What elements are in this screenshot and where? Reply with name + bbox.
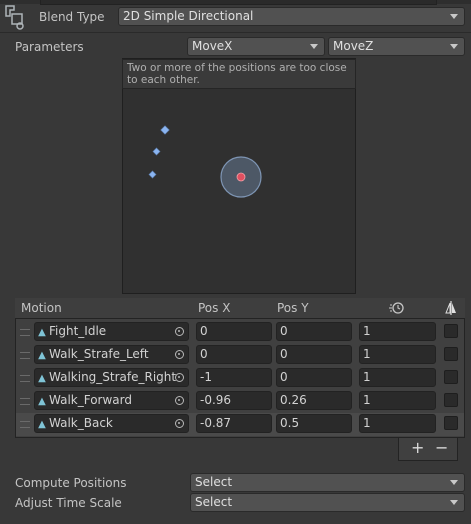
time-scale-field[interactable]: 1 <box>359 414 436 433</box>
pos-x-field[interactable]: 0 <box>196 345 272 364</box>
blend-space-preview[interactable] <box>122 58 356 294</box>
object-picker-icon[interactable] <box>170 391 189 410</box>
time-scale-field[interactable]: 1 <box>359 322 436 341</box>
parameters-label: Parameters <box>15 40 84 54</box>
preview-warning: Two or more of the positions are too clo… <box>122 59 356 89</box>
adjust-time-scale-dropdown[interactable]: Select <box>190 493 465 512</box>
chevron-down-icon <box>310 44 318 49</box>
column-motion: Motion <box>21 301 62 315</box>
motion-name: Walking_Strafe_Right <box>49 370 177 384</box>
drag-handle-icon[interactable] <box>20 421 30 428</box>
object-picker-icon[interactable] <box>170 368 189 387</box>
column-pos-y: Pos Y <box>277 301 309 315</box>
motion-field[interactable]: ▲ Walk_Forward <box>34 391 189 410</box>
time-scale-field[interactable]: 1 <box>359 391 436 410</box>
animation-clip-icon: ▲ <box>38 350 46 361</box>
param-z-dropdown[interactable]: MoveZ <box>328 37 465 56</box>
param-x-dropdown[interactable]: MoveX <box>187 37 325 56</box>
chevron-down-icon <box>450 14 458 19</box>
pos-y-field[interactable]: 0 <box>276 322 352 341</box>
motion-table-header: Motion Pos X Pos Y <box>15 298 465 319</box>
pos-x-field[interactable]: -0.96 <box>196 391 272 410</box>
section-divider <box>0 32 471 33</box>
motion-field[interactable]: ▲ Walking_Strafe_Right <box>34 368 189 387</box>
clock-icon <box>389 301 405 318</box>
time-scale-field[interactable]: 1 <box>359 345 436 364</box>
animation-clip-icon: ▲ <box>38 327 46 338</box>
mirror-checkbox[interactable] <box>444 393 458 407</box>
pos-x-field[interactable]: -1 <box>196 368 272 387</box>
drag-handle-icon[interactable] <box>20 398 30 405</box>
param-z-value: MoveZ <box>333 39 374 53</box>
mirror-checkbox[interactable] <box>444 370 458 384</box>
motion-name: Fight_Idle <box>49 324 107 338</box>
table-row[interactable]: ▲ Fight_Idle 0 0 1 <box>16 321 464 344</box>
pos-x-field[interactable]: 0 <box>196 322 272 341</box>
motion-point[interactable] <box>160 125 170 135</box>
drag-handle-icon[interactable] <box>20 329 30 336</box>
pos-y-field[interactable]: 0 <box>276 368 352 387</box>
table-row[interactable]: ▲ Walk_Strafe_Left 0 0 1 <box>16 344 464 367</box>
pos-y-field[interactable]: 0.5 <box>276 414 352 433</box>
drag-handle-icon[interactable] <box>20 375 30 382</box>
object-picker-icon[interactable] <box>170 322 189 341</box>
add-motion-button[interactable]: + <box>411 439 424 457</box>
time-scale-field[interactable]: 1 <box>359 368 436 387</box>
blend-tree-icon <box>4 4 28 30</box>
compute-positions-dropdown[interactable]: Select <box>190 473 465 492</box>
drag-handle-icon[interactable] <box>20 352 30 359</box>
blend-type-label: Blend Type <box>39 10 105 24</box>
adjust-time-scale-value: Select <box>195 495 233 509</box>
table-row[interactable]: ▲ Walk_Back -0.87 0.5 1 <box>16 413 464 436</box>
pos-y-field[interactable]: 0 <box>276 345 352 364</box>
mirror-checkbox[interactable] <box>444 324 458 338</box>
list-add-remove-footer: + − <box>398 438 458 461</box>
object-picker-icon[interactable] <box>170 414 189 433</box>
table-row[interactable]: ▲ Walking_Strafe_Right -1 0 1 <box>16 367 464 390</box>
motion-name: Walk_Strafe_Left <box>49 347 149 361</box>
mirror-checkbox[interactable] <box>444 347 458 361</box>
animation-clip-icon: ▲ <box>38 373 46 384</box>
motion-point[interactable] <box>148 170 157 179</box>
motion-point[interactable] <box>152 147 161 156</box>
adjust-time-scale-label: Adjust Time Scale <box>15 496 122 510</box>
chevron-down-icon <box>450 500 458 505</box>
motion-name: Walk_Back <box>49 416 113 430</box>
compute-positions-label: Compute Positions <box>15 476 127 490</box>
motion-name: Walk_Forward <box>49 393 132 407</box>
param-x-value: MoveX <box>192 39 233 53</box>
motion-field[interactable]: ▲ Walk_Strafe_Left <box>34 345 189 364</box>
mirror-icon <box>445 300 457 319</box>
pos-x-field[interactable]: -0.87 <box>196 414 272 433</box>
blend-type-value: 2D Simple Directional <box>123 9 254 23</box>
chevron-down-icon <box>450 44 458 49</box>
remove-motion-button[interactable]: − <box>435 439 448 457</box>
chevron-down-icon <box>450 480 458 485</box>
blend-type-dropdown[interactable]: 2D Simple Directional <box>118 7 465 26</box>
motion-field[interactable]: ▲ Fight_Idle <box>34 322 189 341</box>
top-field-remnant <box>40 0 437 5</box>
table-row[interactable]: ▲ Walk_Forward -0.96 0.26 1 <box>16 390 464 413</box>
column-pos-x: Pos X <box>198 301 231 315</box>
mirror-checkbox[interactable] <box>444 416 458 430</box>
pos-y-field[interactable]: 0.26 <box>276 391 352 410</box>
animation-clip-icon: ▲ <box>38 419 46 430</box>
motion-field[interactable]: ▲ Walk_Back <box>34 414 189 433</box>
parameter-position-point[interactable] <box>236 172 246 182</box>
compute-positions-value: Select <box>195 475 233 489</box>
animation-clip-icon: ▲ <box>38 396 46 407</box>
blend-space-canvas <box>148 125 262 198</box>
object-picker-icon[interactable] <box>170 345 189 364</box>
